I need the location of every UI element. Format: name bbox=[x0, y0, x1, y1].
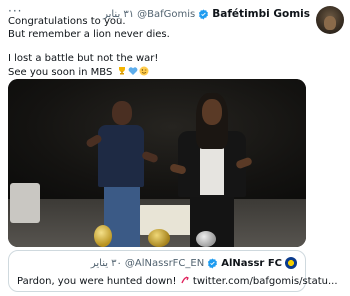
tweet-line: I lost a battle but not the war! bbox=[8, 53, 159, 64]
tweet-line: But remember a lion never dies. bbox=[8, 28, 170, 40]
tweet-photo[interactable] bbox=[8, 79, 306, 247]
blue-heart-emoji-icon bbox=[128, 66, 137, 75]
quoted-handle[interactable]: @AlNassrFC_EN bbox=[125, 258, 204, 269]
lion-emoji-icon bbox=[181, 276, 189, 284]
quoted-author-line: ٣٠ يناير @AlNassrFC_EN AlNassr FC bbox=[91, 257, 297, 269]
gold-trophy bbox=[94, 225, 112, 247]
photo-background bbox=[8, 79, 306, 199]
person-right-head bbox=[202, 99, 222, 125]
quoted-message: Pardon, you were hunted down! bbox=[17, 276, 177, 287]
tweet-line: See you soon in MBS bbox=[8, 66, 113, 78]
quoted-tweet[interactable]: ٣٠ يناير @AlNassrFC_EN AlNassr FC Pardon… bbox=[8, 250, 338, 292]
silver-trophy bbox=[196, 231, 216, 247]
author-avatar[interactable] bbox=[316, 6, 344, 34]
photo-chair bbox=[10, 183, 40, 223]
quoted-text: Pardon, you were hunted down! twitter.co… bbox=[17, 275, 338, 287]
tweet-line-emoji: See you soon in MBS bbox=[8, 66, 308, 80]
quoted-link[interactable]: twitter.com/bafgomis/statu... bbox=[193, 276, 338, 287]
tweet-body: Congratulations to you. But remember a l… bbox=[8, 16, 308, 79]
person-left-head bbox=[112, 101, 132, 125]
quoted-timestamp[interactable]: ٣٠ يناير bbox=[91, 258, 122, 269]
person-left-body bbox=[98, 125, 144, 187]
verified-badge-icon bbox=[208, 257, 218, 269]
quoted-author-avatar[interactable] bbox=[285, 257, 297, 269]
tweet-line: Congratulations to you. bbox=[8, 16, 126, 27]
gold-trophy bbox=[148, 229, 170, 247]
wink-emoji-icon bbox=[139, 66, 148, 75]
trophy-emoji-icon bbox=[118, 66, 125, 74]
quoted-author-name[interactable]: AlNassr FC bbox=[221, 258, 282, 269]
